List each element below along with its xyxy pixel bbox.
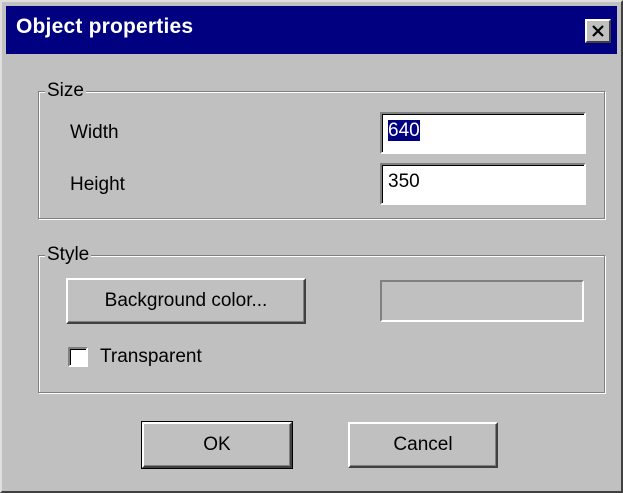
height-input[interactable]: 350 (380, 163, 586, 205)
height-value: 350 (388, 171, 420, 192)
cancel-button-label: Cancel (393, 434, 453, 455)
title-bar[interactable]: Object properties (6, 6, 617, 54)
transparent-checkbox[interactable] (68, 347, 88, 367)
cancel-button[interactable]: Cancel (348, 422, 498, 468)
width-label: Width (70, 122, 119, 143)
background-color-button-label: Background color... (104, 290, 268, 311)
height-label: Height (70, 174, 125, 195)
size-group-legend: Size (45, 80, 86, 102)
width-value: 640 (388, 120, 420, 141)
object-properties-dialog: Object properties Size Width 640 Height … (0, 0, 623, 493)
close-button[interactable] (585, 19, 611, 43)
transparent-label[interactable]: Transparent (100, 346, 202, 368)
ok-button-label: OK (203, 434, 231, 455)
style-group-legend: Style (45, 244, 92, 266)
close-icon (591, 25, 605, 37)
style-group: Style (38, 244, 605, 393)
ok-button[interactable]: OK (141, 421, 293, 469)
window-title: Object properties (16, 15, 194, 38)
width-input[interactable]: 640 (380, 112, 586, 154)
background-color-button[interactable]: Background color... (66, 278, 306, 324)
background-color-preview (380, 280, 584, 322)
